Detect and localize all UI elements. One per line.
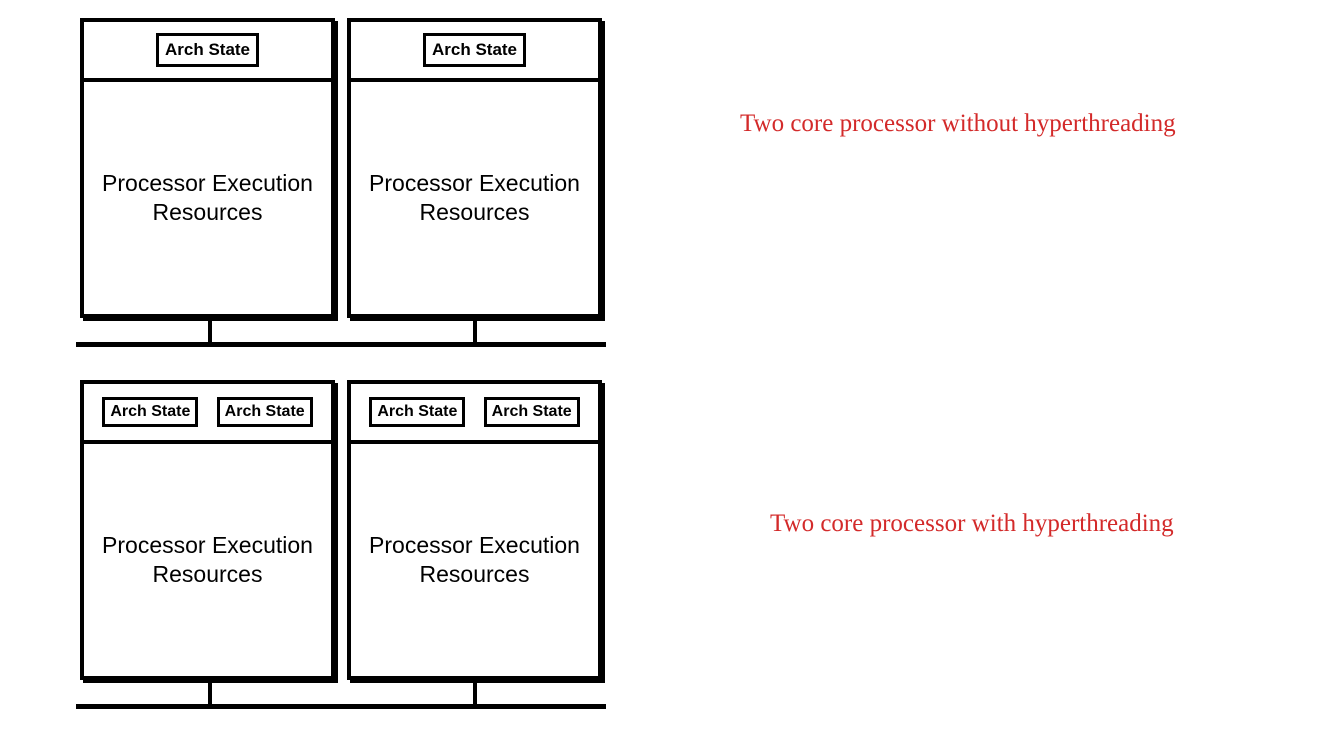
connector-stub — [473, 682, 477, 704]
arch-state-box: Arch State — [423, 33, 526, 67]
processor-core: Arch State Processor Execution Resources — [347, 18, 602, 318]
annotation-with-hyperthreading: Two core processor with hyperthreading — [770, 510, 1174, 538]
arch-state-header: Arch State — [351, 22, 598, 82]
bus-line — [76, 342, 606, 347]
processor-core: Arch State Arch State Processor Executio… — [347, 380, 602, 680]
arch-state-box: Arch State — [369, 397, 465, 427]
annotation-no-hyperthreading: Two core processor without hyperthreadin… — [740, 110, 1176, 138]
processor-core: Arch State Arch State Processor Executio… — [80, 380, 335, 680]
bus-line — [76, 704, 606, 709]
arch-state-header: Arch State Arch State — [84, 384, 331, 444]
connector-stub — [473, 320, 477, 342]
connector-stub — [208, 320, 212, 342]
arch-state-box: Arch State — [156, 33, 259, 67]
execution-resources-label: Processor Execution Resources — [351, 82, 598, 314]
diagram-with-hyperthreading: Arch State Arch State Processor Executio… — [80, 380, 602, 680]
execution-resources-label: Processor Execution Resources — [351, 444, 598, 676]
processor-pair: Arch State Processor Execution Resources… — [80, 18, 602, 318]
connector-stub — [208, 682, 212, 704]
arch-state-box: Arch State — [102, 397, 198, 427]
processor-core: Arch State Processor Execution Resources — [80, 18, 335, 318]
processor-pair: Arch State Arch State Processor Executio… — [80, 380, 602, 680]
arch-state-header: Arch State — [84, 22, 331, 82]
execution-resources-label: Processor Execution Resources — [84, 444, 331, 676]
diagram-no-hyperthreading: Arch State Processor Execution Resources… — [80, 18, 602, 318]
arch-state-header: Arch State Arch State — [351, 384, 598, 444]
arch-state-box: Arch State — [484, 397, 580, 427]
execution-resources-label: Processor Execution Resources — [84, 82, 331, 314]
arch-state-box: Arch State — [217, 397, 313, 427]
